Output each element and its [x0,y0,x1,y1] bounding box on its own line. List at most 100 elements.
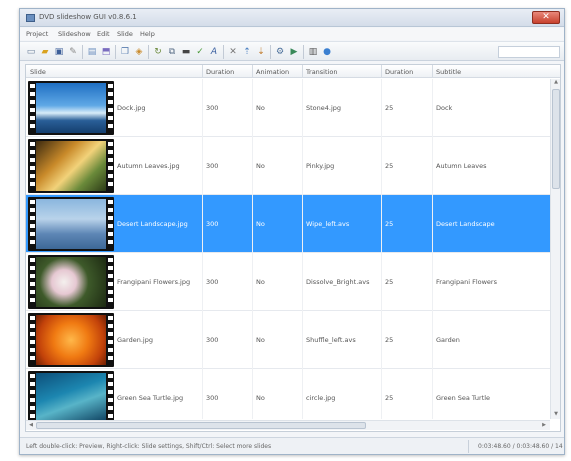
column-divider[interactable] [252,65,253,78]
column-header-transition-duration[interactable]: Duration [385,68,413,76]
column-header-animation[interactable]: Animation [256,68,289,76]
preview-icon[interactable]: ▶ [288,46,300,58]
scroll-left-icon[interactable]: ◀ [27,422,35,430]
cell-subtitle: Frangipani Flowers [436,278,497,286]
cell-duration: 300 [206,162,219,170]
info-icon[interactable]: ● [321,46,333,58]
film-sprocket-holes [107,258,113,306]
table-row[interactable]: Garden.jpg 300 No Shuffle_left.avs 25 Garden [26,311,550,369]
film-sprocket-holes [107,316,113,364]
save-icon[interactable]: ▣ [53,46,65,58]
add-image-icon[interactable]: ▤ [86,46,98,58]
slide-thumbnail[interactable] [28,371,114,425]
open-icon[interactable]: ▰ [39,46,51,58]
menu-slideshow[interactable]: Slideshow [58,30,91,38]
toolbar-separator [148,45,149,59]
vertical-scrollbar[interactable]: ▲ ▼ [550,79,560,419]
delete-icon[interactable]: ▬ [180,46,192,58]
slide-image [36,257,106,307]
column-divider[interactable] [432,65,433,78]
scroll-right-icon[interactable]: ▶ [540,422,548,430]
slide-thumbnail[interactable] [28,255,114,309]
slide-image [36,141,106,191]
film-sprocket-holes [107,200,113,248]
add-text-icon[interactable]: ⬒ [100,46,112,58]
vertical-scroll-thumb[interactable] [552,89,560,189]
cell-transition: Dissolve_Bright.avs [306,278,370,286]
scroll-up-icon[interactable]: ▲ [552,79,560,87]
film-sprocket-holes [29,258,35,306]
film-sprocket-holes [29,142,35,190]
menu-project[interactable]: Project [26,30,48,38]
move-up-icon[interactable]: ⇡ [241,46,253,58]
cell-transition-duration: 25 [385,162,394,170]
toolbar-separator [303,45,304,59]
window-title: DVD slideshow GUI v0.8.6.1 [39,13,137,21]
toolbar-separator [82,45,83,59]
column-divider[interactable] [381,65,382,78]
column-header-transition[interactable]: Transition [306,68,337,76]
status-hint: Left double-click: Preview, Right-click:… [26,443,272,450]
film-sprocket-holes [29,374,35,422]
cell-filename: Autumn Leaves.jpg [117,162,180,170]
cell-transition-duration: 25 [385,220,394,228]
horizontal-scroll-thumb[interactable] [36,422,366,429]
move-down-icon[interactable]: ⇣ [255,46,267,58]
cell-animation: No [256,104,265,112]
close-button[interactable]: ✕ [532,11,560,24]
status-total-time: 0:03:48.60 / 0:03:48.60 / 14 [478,443,563,450]
table-row[interactable]: Dock.jpg 300 No Stone4.jpg 25 Dock [26,79,550,137]
cell-duration: 300 [206,278,219,286]
table-row[interactable]: Green Sea Turtle.jpg 300 No circle.jpg 25 Gre… [26,369,550,427]
menu-edit[interactable]: Edit [97,30,110,38]
menu-bar: Project Slideshow Edit Slide Help [20,28,564,40]
cell-transition-duration: 25 [385,394,394,402]
cut-icon[interactable]: ✕ [227,46,239,58]
cell-animation: No [256,220,265,228]
font-icon[interactable]: A [208,46,220,58]
toolbar: ▭ ▰ ▣ ✎ ▤ ⬒ ❐ ◈ ↻ ⧉ ▬ ✓ A ✕ ⇡ ⇣ ⚙ ▶ ▥ ● [20,41,564,61]
slide-thumbnail[interactable] [28,81,114,135]
scroll-down-icon[interactable]: ▼ [552,411,560,419]
copy-icon[interactable]: ❐ [119,46,131,58]
zoom-field[interactable] [498,46,560,58]
crop-icon[interactable]: ⧉ [166,46,178,58]
new-icon[interactable]: ▭ [25,46,37,58]
slide-thumbnail[interactable] [28,139,114,193]
toolbar-separator [115,45,116,59]
table-row[interactable]: Autumn Leaves.jpg 300 No Pinky.jpg 25 Autumn … [26,137,550,195]
title-bar: DVD slideshow GUI v0.8.6.1 ✕ [20,9,564,27]
column-divider[interactable] [202,65,203,78]
column-header-slide[interactable]: Slide [30,68,46,76]
column-line [202,79,203,419]
cell-subtitle: Dock [436,104,453,112]
cell-duration: 300 [206,104,219,112]
cell-duration: 300 [206,220,219,228]
column-header-duration[interactable]: Duration [206,68,234,76]
edit-icon[interactable]: ✎ [67,46,79,58]
horizontal-scrollbar[interactable]: ◀ ▶ [26,420,550,430]
column-divider[interactable] [302,65,303,78]
menu-slide[interactable]: Slide [117,30,133,38]
app-icon [26,14,35,22]
menu-help[interactable]: Help [140,30,155,38]
film-icon[interactable]: ▥ [307,46,319,58]
column-line [302,79,303,419]
table-header: Slide Duration Animation Transition Dura… [26,65,560,78]
table-row[interactable]: Frangipani Flowers.jpg 300 No Dissolve_Brig… [26,253,550,311]
column-header-subtitle[interactable]: Subtitle [436,68,461,76]
slide-thumbnail[interactable] [28,313,114,367]
rotate-icon[interactable]: ↻ [152,46,164,58]
app-window: DVD slideshow GUI v0.8.6.1 ✕ Project Sli… [19,8,565,455]
cell-duration: 300 [206,394,219,402]
slide-thumbnail[interactable] [28,197,114,251]
check-icon[interactable]: ✓ [194,46,206,58]
settings-icon[interactable]: ⚙ [274,46,286,58]
cell-transition-duration: 25 [385,104,394,112]
cell-transition: Wipe_left.avs [306,220,350,228]
cell-transition-duration: 25 [385,336,394,344]
table-row[interactable]: Desert Landscape.jpg 300 No Wipe_left.avs 25… [26,195,550,253]
paste-icon[interactable]: ◈ [133,46,145,58]
toolbar-separator [270,45,271,59]
cell-animation: No [256,394,265,402]
